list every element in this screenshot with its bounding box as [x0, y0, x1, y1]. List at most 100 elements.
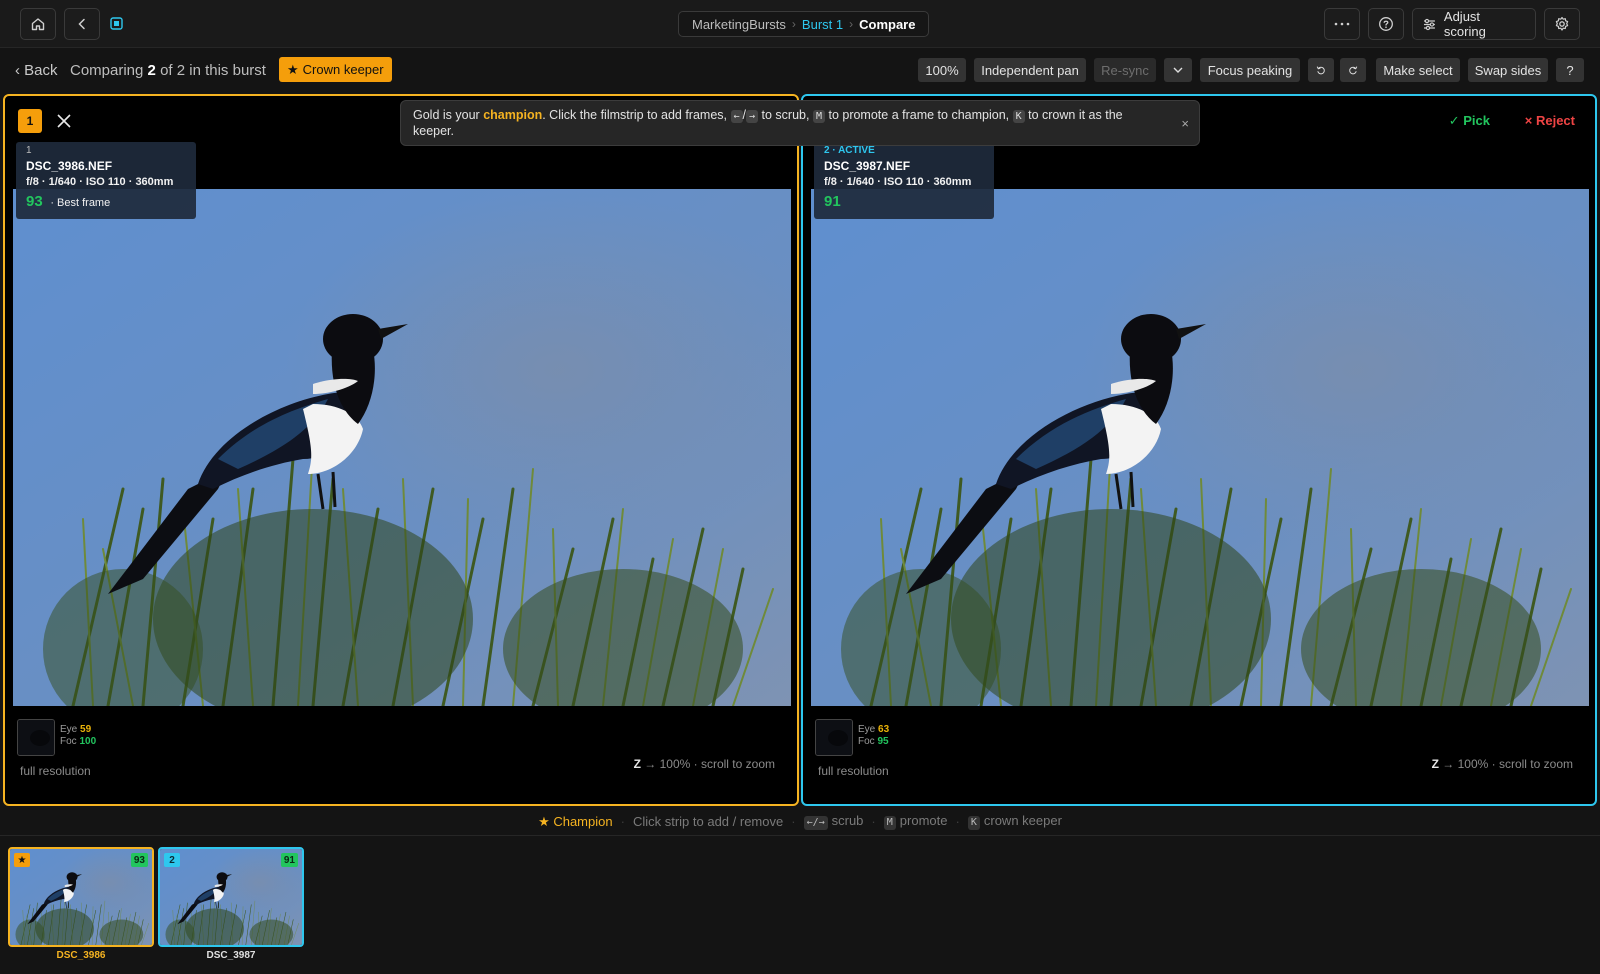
focus-label: Foc: [858, 736, 875, 747]
gear-icon: [1555, 16, 1569, 31]
independent-pan-button[interactable]: Independent pan: [974, 58, 1086, 82]
photo-image[interactable]: [13, 189, 791, 706]
filmstrip-score: 93: [130, 853, 148, 867]
eye-label: Eye: [60, 724, 78, 735]
kbd-right-arrow: →: [746, 110, 759, 123]
champion-tip-banner: Gold is your champion. Click the filmstr…: [400, 100, 1200, 146]
frame-info-overlay: 2 · ACTIVE DSC_3987.NEF f/8 · 1/640 · IS…: [814, 142, 994, 219]
filmstrip-label: DSC_3987: [206, 950, 256, 961]
frame-exif: f/8 · 1/640 · ISO 110 · 360mm: [26, 176, 174, 188]
breadcrumb-separator: ›: [849, 17, 854, 31]
tip-text: to promote a frame to champion,: [828, 108, 1010, 122]
rotate-cw-icon: [1349, 65, 1358, 74]
pick-button[interactable]: ✓ Pick: [1449, 113, 1490, 129]
comparing-status: Comparing 2 of 2 in this burst: [70, 62, 266, 79]
back-label: Back: [24, 62, 58, 79]
breadcrumb-separator: ›: [791, 17, 796, 31]
crown-hint: crown keeper: [983, 813, 1062, 828]
filmstrip-frame-active[interactable]: 2 91: [158, 847, 304, 947]
back-link[interactable]: ‹ Back: [15, 62, 58, 79]
help-circle-icon: [1379, 17, 1393, 31]
focus-label: Foc: [60, 736, 77, 747]
breadcrumb: MarketingBursts › Burst 1 › Compare: [678, 11, 930, 37]
tip-champion: champion: [483, 108, 543, 122]
options-dropdown-button[interactable]: [1164, 58, 1192, 82]
home-button[interactable]: [20, 8, 56, 40]
rotate-ccw-icon: [1316, 65, 1325, 74]
kbd-k: K: [1012, 110, 1025, 123]
adjust-scoring-label: Adjust scoring: [1443, 9, 1486, 39]
kbd-m: M: [883, 816, 896, 830]
settings-button[interactable]: [1544, 8, 1580, 40]
more-horizontal-icon: [1334, 22, 1350, 26]
star-icon: ★: [287, 61, 299, 77]
help-circle-button[interactable]: [1368, 8, 1404, 40]
hint-separator: ·: [791, 814, 796, 829]
panel-icon[interactable]: [110, 17, 123, 30]
eye-label: Eye: [858, 724, 876, 735]
frame-index: 1: [26, 145, 32, 156]
breadcrumb-root[interactable]: MarketingBursts: [692, 17, 786, 32]
zoom-key: Z: [1431, 757, 1439, 771]
focus-peaking-button[interactable]: Focus peaking: [1200, 58, 1300, 82]
comparing-prefix: Comparing: [70, 62, 144, 79]
filmstrip-score: 91: [280, 853, 298, 867]
zoom-hint: Z → 100% · scroll to zoom: [1432, 757, 1573, 771]
chevron-left-icon: [78, 18, 85, 30]
kbd-k: K: [967, 816, 980, 830]
kbd-left-arrow: ←: [730, 110, 743, 123]
focus-value: 100: [79, 736, 97, 747]
adjust-scoring-button[interactable]: Adjust scoring: [1412, 8, 1536, 40]
top-bar: MarketingBursts › Burst 1 › Compare Adju…: [0, 0, 1600, 48]
rotate-left-button[interactable]: [1308, 58, 1334, 82]
breadcrumb-burst[interactable]: Burst 1: [802, 17, 843, 32]
frame-filename: DSC_3986.NEF: [26, 159, 113, 173]
eye-crop-thumbnail: [815, 719, 853, 756]
zoom-hint-text: → 100% · scroll to zoom: [1442, 757, 1573, 771]
crown-keeper-button[interactable]: ★ Crown keeper: [279, 57, 392, 82]
filmstrip-label: DSC_3986: [56, 950, 106, 961]
champion-rank-badge: 1: [18, 109, 42, 133]
kbd-arrows: ←/→: [803, 816, 828, 830]
tip-text: . Click the filmstrip to add frames,: [542, 108, 728, 122]
hint-separator: ·: [871, 814, 876, 829]
photo-image[interactable]: [811, 189, 1589, 706]
filmstrip-frame-champion[interactable]: ★ 93: [8, 847, 154, 947]
zoom-key: Z: [633, 757, 641, 771]
focus-value: 95: [877, 736, 889, 747]
shortcuts-help-button[interactable]: ?: [1556, 58, 1584, 82]
tip-close-button[interactable]: ×: [1181, 116, 1189, 132]
frame-info-overlay: 1 DSC_3986.NEF f/8 · 1/640 · ISO 110 · 3…: [16, 142, 196, 219]
zoom-100-button[interactable]: 100%: [918, 58, 966, 82]
resolution-label: full resolution: [818, 764, 889, 778]
comparing-suffix: of 2 in this burst: [160, 62, 266, 79]
chevron-down-icon: [1173, 67, 1183, 73]
zoom-hint: Z → 100% · scroll to zoom: [634, 757, 775, 771]
remove-frame-button[interactable]: [54, 111, 74, 131]
frame-index-active: 2 · ACTIVE: [824, 145, 875, 156]
tip-text: to scrub,: [761, 108, 810, 122]
eye-value: 59: [80, 724, 92, 735]
make-select-button[interactable]: Make select: [1376, 58, 1460, 82]
right-compare-pane[interactable]: ✓ Pick × Reject 2 · ACTIVE DSC_3987.NEF …: [801, 94, 1597, 806]
resync-button[interactable]: Re-sync: [1094, 58, 1156, 82]
more-button[interactable]: [1324, 8, 1360, 40]
promote-hint: promote: [899, 813, 948, 828]
hint-separator: ·: [955, 814, 960, 829]
reject-button[interactable]: × Reject: [1525, 113, 1575, 128]
close-icon: [57, 114, 71, 128]
tip-text: Gold is your: [413, 108, 480, 122]
sliders-icon: [1423, 18, 1435, 30]
back-nav-button[interactable]: [64, 8, 100, 40]
rotate-right-button[interactable]: [1340, 58, 1366, 82]
eye-crop-thumbnail: [17, 719, 55, 756]
eye-focus-metrics: Eye 59 Foc 100: [60, 724, 96, 748]
champion-star-badge: ★: [14, 853, 30, 867]
zoom-hint-text: → 100% · scroll to zoom: [644, 757, 775, 771]
left-compare-pane[interactable]: 1 1 DSC_3986.NEF f/8 · 1/640 · ISO 110 ·…: [3, 94, 799, 806]
crown-keeper-label: Crown keeper: [302, 62, 384, 77]
swap-sides-button[interactable]: Swap sides: [1468, 58, 1548, 82]
frame-exif: f/8 · 1/640 · ISO 110 · 360mm: [824, 176, 972, 188]
home-icon: [31, 18, 45, 31]
scrub-hint: scrub: [831, 813, 864, 828]
